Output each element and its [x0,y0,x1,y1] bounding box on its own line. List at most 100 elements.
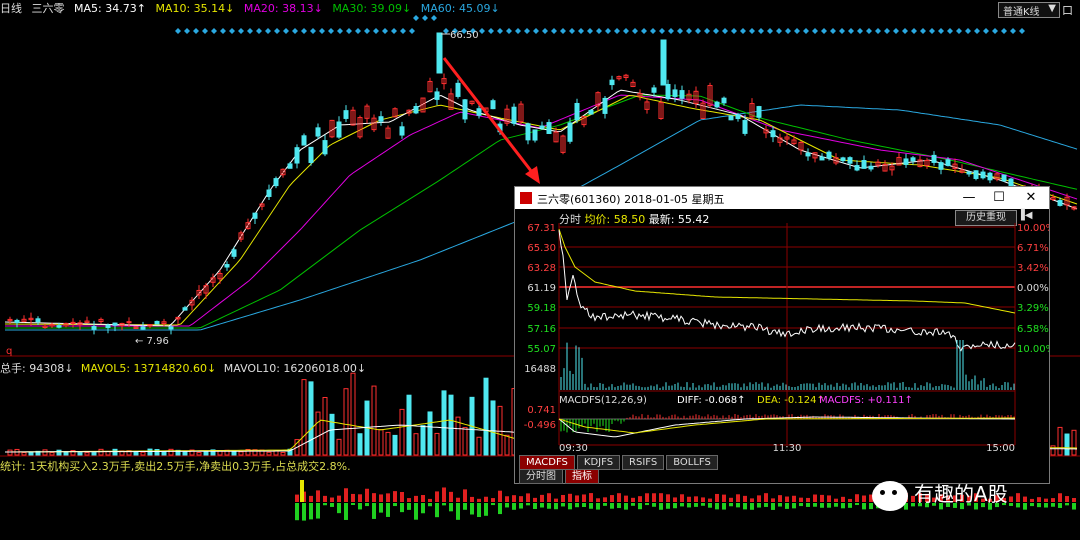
signal-diamond [479,28,485,34]
inst-sell-bar [344,503,348,520]
inst-buy-bar [540,494,544,502]
intraday-chart: 67.31 10.00% 65.30 6.71% 63.28 3.42% 61.19 0.00… [524,223,1049,454]
history-replay-button[interactable]: 历史重现 [955,210,1017,226]
inst-buy-bar [463,489,467,502]
tab-intraday[interactable]: 分时图 [519,469,563,484]
inst-buy-bar [589,493,593,502]
inst-sell-bar [393,503,397,507]
inst-sell-bar [463,503,467,510]
inst-buy-bar [344,488,348,502]
inst-sell-bar [652,503,656,507]
signal-diamond [713,28,719,34]
inst-buy-bar [617,493,621,502]
volume-bar [196,452,202,456]
tab-bollfs[interactable]: BOLLFS [666,455,718,470]
candle [805,152,811,157]
inst-sell-bar [813,503,817,507]
tab-kdjfs[interactable]: KDJFS [576,455,621,470]
chart-mode-select[interactable]: 普通K线 ▼ [998,2,1060,18]
inst-sell-bar [603,503,607,506]
time-tick: 11:30 [773,443,802,454]
inst-buy-bar [638,496,642,502]
signal-diamond [920,28,926,34]
inst-sell-bar [540,503,544,508]
signal-diamond [803,28,809,34]
volume-bar [84,452,90,456]
inst-buy-bar [687,496,691,502]
signal-diamond [193,28,199,34]
signal-diamond [409,28,415,34]
tab-indicator[interactable]: 指标 [565,469,599,484]
signal-diamond [776,28,782,34]
inst-sell-bar [848,503,852,508]
inst-sell-bar [1016,503,1020,508]
inst-sell-bar [547,503,551,509]
inst-buy-bar [708,498,712,502]
inst-sell-bar [379,503,383,513]
inst-buy-bar [820,494,824,502]
maximize-button[interactable]: ☐ [985,189,1013,207]
inst-sell-bar [330,503,334,507]
candle [574,102,580,121]
volume-header: 总手: 94308↓ MAVOL5: 13714820.60↓ MAVOL10:… [0,360,366,376]
marker-label: q [6,346,12,357]
window-toggle-button[interactable]: 口 [1062,2,1078,17]
inst-buy-bar [316,490,320,502]
price-tick: 61.19 [527,283,556,294]
inst-buy-bar [750,498,754,502]
inst-buy-bar [582,494,586,502]
candle [56,325,62,328]
candle [434,91,440,100]
inst-sell-bar [505,503,509,508]
signal-diamond [328,28,334,34]
inst-buy-bar [484,496,488,502]
inst-buy-bar [1037,497,1041,502]
signal-diamond [355,28,361,34]
volume-bar [266,451,272,456]
inst-sell-bar [785,503,789,509]
popup-titlebar[interactable]: 三六零(601360) 2018-01-05 星期五 — ☐ ✕ [515,187,1049,209]
inst-sell-bar [365,503,369,507]
inst-buy-bar [1030,498,1034,502]
signal-diamond [569,28,575,34]
volume-bar [427,411,433,456]
inst-buy-bar [813,494,817,502]
inst-buy-bar [309,495,313,502]
intraday-popup-window[interactable]: 三六零(601360) 2018-01-05 星期五 — ☐ ✕ 分时 均价: … [514,186,1050,484]
inst-buy-bar [435,491,439,502]
inst-sell-bar [1037,503,1041,508]
inst-buy-bar [351,493,355,502]
candle [546,122,552,134]
inst-buy-bar [715,493,719,502]
signal-diamond [443,28,449,34]
candle-peak [436,32,443,74]
close-button[interactable]: ✕ [1017,189,1045,207]
inst-sell-bar [743,503,747,510]
inst-buy-bar [300,480,304,502]
inst-buy-bar [841,496,845,502]
candle [903,158,909,165]
signal-diamond [551,28,557,34]
minimize-button[interactable]: — [955,189,983,207]
dea-line [558,417,1015,434]
inst-sell-bar [624,503,628,510]
history-end-icon[interactable]: ▐◀ [1017,210,1035,224]
volume-bar [420,425,426,456]
signal-diamond [337,28,343,34]
signal-diamond [587,28,593,34]
candle [539,125,545,129]
inst-sell-bar [561,503,565,507]
price-tick: 55.07 [527,344,556,355]
inst-buy-bar [701,497,705,502]
inst-buy-bar [442,487,446,502]
inst-sell-bar [841,503,845,509]
inst-buy-bar [1065,496,1069,502]
tab-macdfs[interactable]: MACDFS [519,455,575,470]
macd-dea: DEA: -0.124↑ [757,395,825,406]
tab-rsifs[interactable]: RSIFS [622,455,665,470]
candle [336,121,342,138]
signal-diamond [524,28,530,34]
inst-buy-bar [673,497,677,502]
inst-buy-bar [421,495,425,502]
inst-sell-bar [498,503,502,515]
